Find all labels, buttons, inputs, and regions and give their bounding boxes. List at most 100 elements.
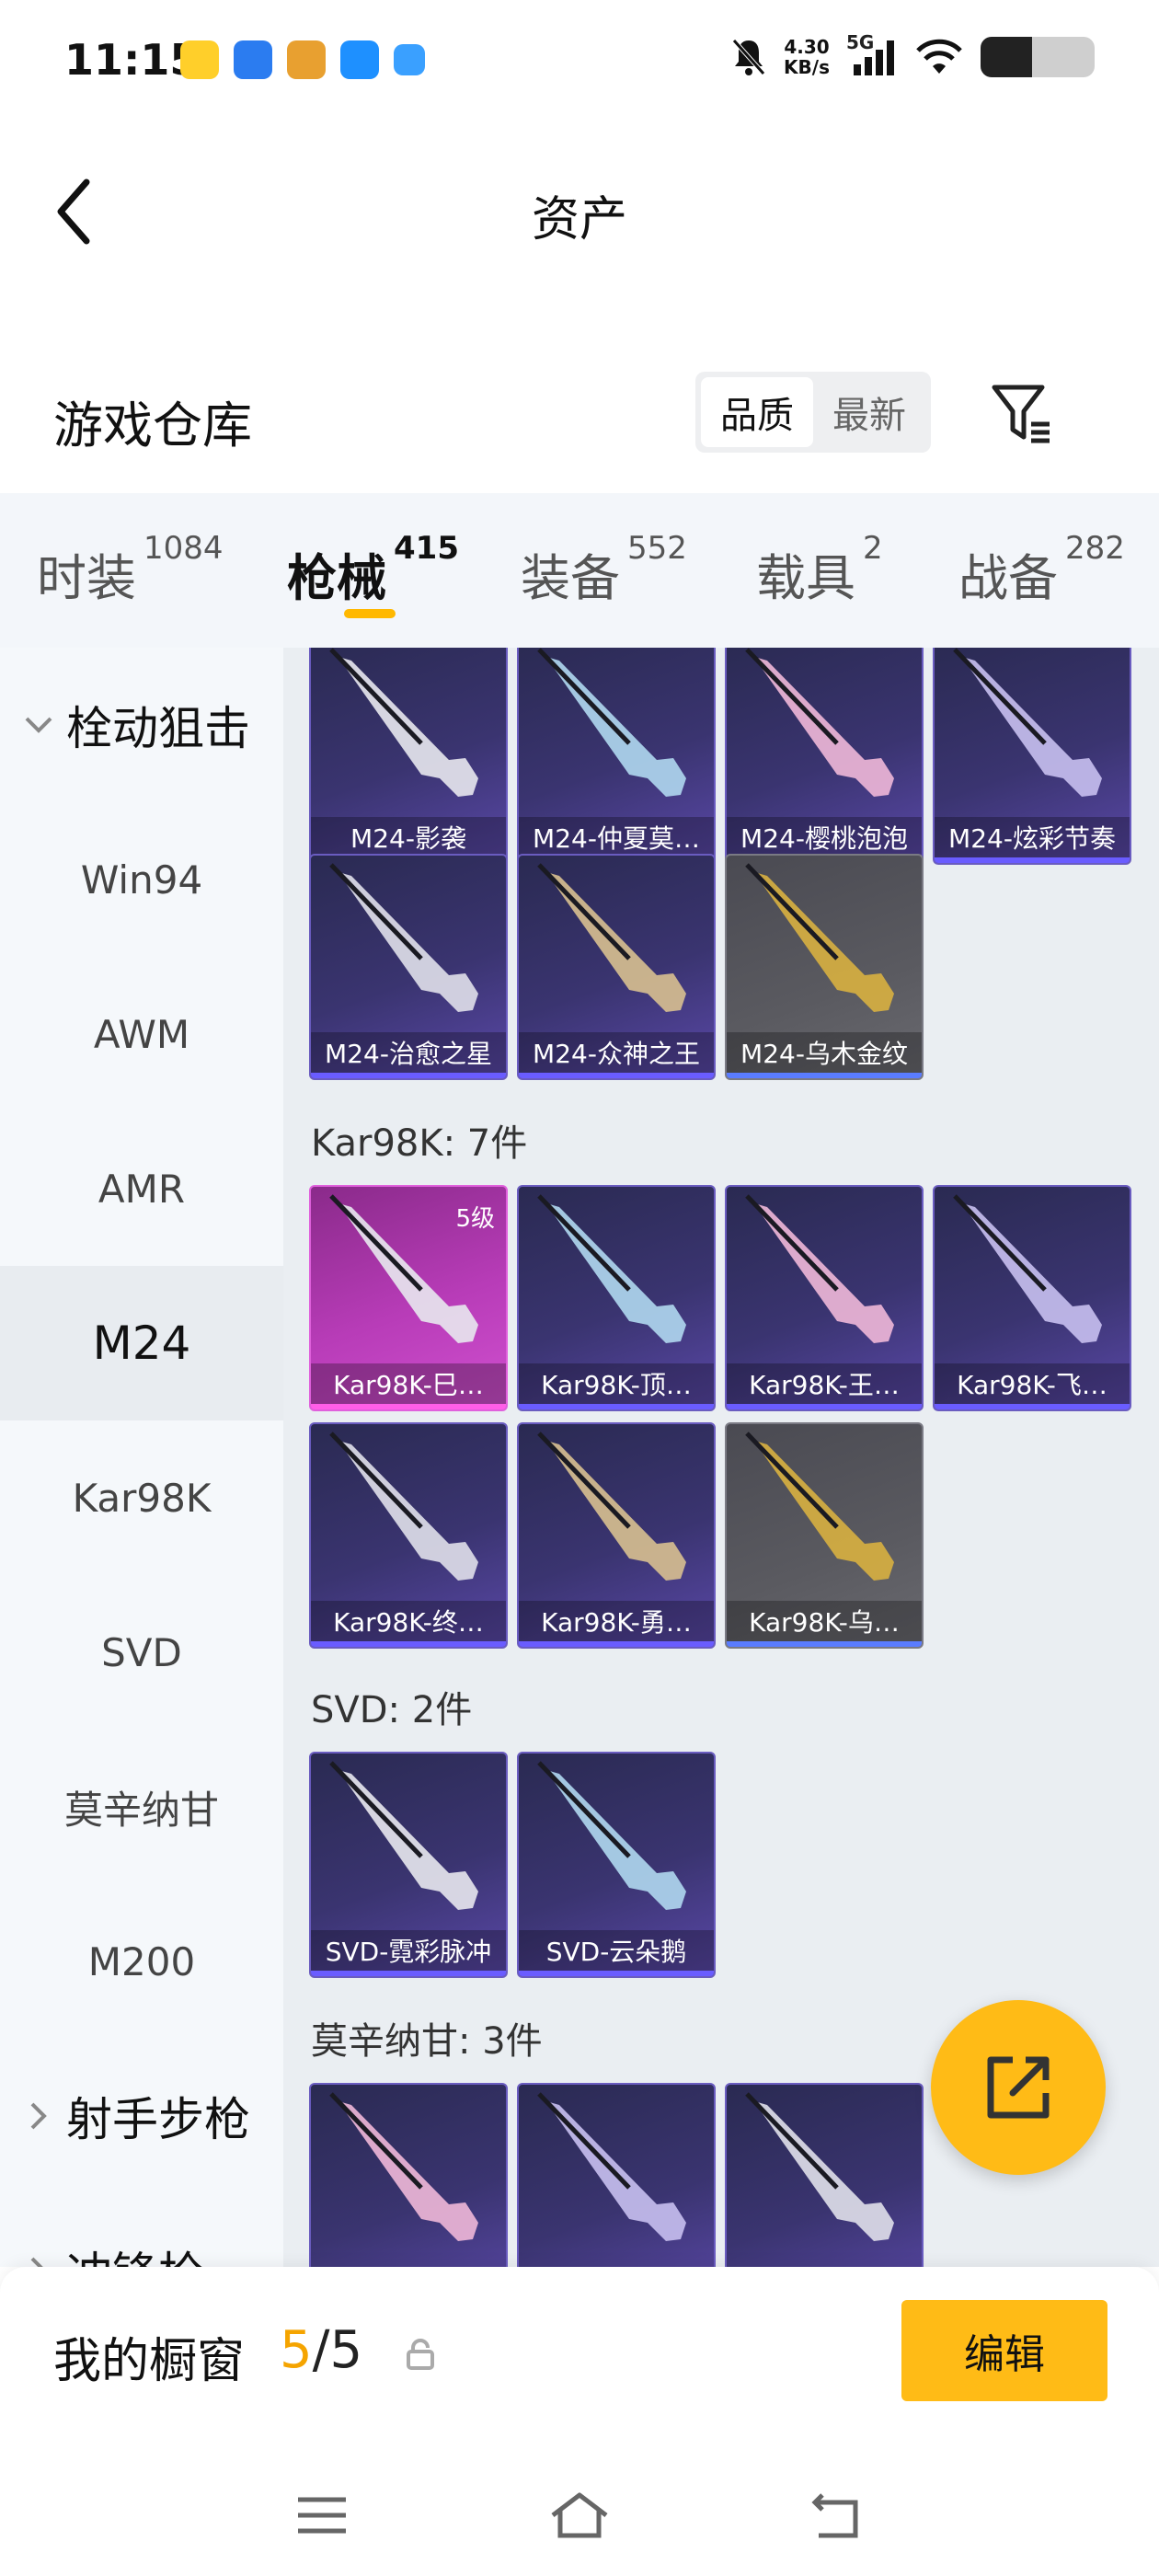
app-notification-icon-3 — [287, 40, 326, 79]
tab-vehicles[interactable]: 载具2 — [756, 530, 883, 610]
skin-card[interactable]: M24-炫彩节奏 — [933, 648, 1131, 865]
weapon-type-sidebar: 栓动狙击 Win94 AWM AMR M24 Kar98K SVD 莫辛纳甘 M… — [0, 648, 283, 2267]
sort-option-newest[interactable]: 最新 — [813, 377, 925, 447]
skin-card[interactable]: M24-乌木金纹 — [725, 854, 924, 1080]
sidebar-item-svd[interactable]: SVD — [0, 1575, 283, 1730]
sidebar-item-m24[interactable]: M24 — [0, 1266, 283, 1420]
sidebar-group-smg[interactable]: 冲锋枪 — [0, 2193, 283, 2267]
skin-card[interactable]: M24-影袭 — [309, 648, 508, 865]
rifle-icon — [311, 856, 506, 1036]
rifle-shape — [329, 2092, 478, 2241]
share-export-icon — [987, 2056, 1050, 2119]
skin-card[interactable]: M24-众神之王 — [517, 854, 716, 1080]
status-bar: 11:15 4.30 KB/s 5G — [0, 0, 1159, 120]
skin-card[interactable]: 5级 Kar98K-巳… — [309, 1185, 508, 1411]
rifle-icon — [311, 648, 506, 821]
skin-card[interactable] — [309, 2083, 508, 2267]
rifle-icon — [519, 1187, 714, 1367]
quality-stripe — [935, 857, 1130, 863]
rifle-barrel — [329, 2092, 423, 2190]
rifle-barrel — [537, 1761, 631, 1858]
sidebar-item-win94[interactable]: Win94 — [0, 802, 283, 957]
showcase-count-current: 5 — [280, 2320, 313, 2380]
share-fab[interactable] — [931, 2000, 1106, 2175]
sidebar-group-label: 射手步枪 — [66, 2093, 250, 2146]
rifle-barrel — [329, 1194, 423, 1292]
tab-fashion[interactable]: 时装1084 — [37, 530, 224, 610]
tab-supplies[interactable]: 战备282 — [958, 530, 1125, 610]
tab-weapons[interactable]: 枪械415 — [287, 530, 459, 610]
rifle-shape — [537, 2092, 686, 2241]
skin-card[interactable]: M24-治愈之星 — [309, 854, 508, 1080]
rifle-shape — [953, 1194, 1102, 1343]
tab-count: 2 — [863, 530, 883, 567]
sidebar-item-amr[interactable]: AMR — [0, 1111, 283, 1266]
tab-count: 1084 — [143, 530, 224, 567]
rifle-barrel — [537, 1194, 631, 1292]
nav-menu-button[interactable] — [285, 2478, 359, 2552]
rifle-barrel — [537, 863, 631, 960]
filter-button[interactable] — [984, 377, 1058, 451]
rifle-icon — [519, 2085, 714, 2265]
quality-stripe — [519, 1073, 714, 1078]
rifle-icon — [727, 1187, 922, 1367]
skin-card[interactable]: Kar98K-勇… — [517, 1422, 716, 1649]
system-nav-bar — [0, 2451, 1159, 2576]
rifle-icon — [935, 648, 1130, 821]
edit-button[interactable]: 编辑 — [901, 2300, 1107, 2401]
battery-level — [981, 37, 1032, 77]
skin-card[interactable]: Kar98K-乌… — [725, 1422, 924, 1649]
skin-card[interactable]: Kar98K-王… — [725, 1185, 924, 1411]
net-speed-unit: KB/s — [784, 56, 830, 78]
quality-stripe — [727, 1073, 922, 1078]
sidebar-item-awm[interactable]: AWM — [0, 957, 283, 1111]
rifle-barrel — [745, 2092, 839, 2190]
nav-back-button[interactable] — [800, 2478, 874, 2552]
nav-home-button[interactable] — [543, 2478, 616, 2552]
sidebar-group-bolt-action[interactable]: 栓动狙击 — [0, 648, 283, 802]
back-icon — [811, 2493, 858, 2538]
sidebar-item-kar98k[interactable]: Kar98K — [0, 1420, 283, 1575]
skin-card[interactable]: SVD-云朵鹅 — [517, 1752, 716, 1978]
rifle-shape — [537, 648, 686, 797]
rifle-shape — [329, 1432, 478, 1581]
rifle-shape — [329, 648, 478, 797]
rifle-shape — [745, 648, 894, 797]
rifle-icon — [311, 2085, 506, 2265]
skin-card[interactable]: M24-樱桃泡泡 — [725, 648, 924, 865]
tab-equipment[interactable]: 装备552 — [521, 530, 687, 610]
skin-name: SVD-霓彩脉冲 — [311, 1930, 506, 1971]
skin-card[interactable]: Kar98K-飞… — [933, 1185, 1131, 1411]
skin-card[interactable]: M24-仲夏莫… — [517, 648, 716, 865]
sidebar-item-m200[interactable]: M200 — [0, 1884, 283, 2039]
tab-label: 装备 — [521, 549, 620, 607]
active-tab-indicator — [344, 609, 396, 618]
skin-card[interactable] — [725, 2083, 924, 2267]
showcase-bar: 我的橱窗 5/5 编辑 — [0, 2267, 1159, 2451]
skin-name: Kar98K-巳… — [311, 1363, 506, 1404]
sidebar-group-marksman[interactable]: 射手步枪 — [0, 2039, 283, 2193]
skin-name: Kar98K-顶… — [519, 1363, 714, 1404]
quality-stripe — [519, 1641, 714, 1647]
tab-label: 战备 — [958, 549, 1058, 607]
skin-card[interactable] — [517, 2083, 716, 2267]
skin-card[interactable]: SVD-霓彩脉冲 — [309, 1752, 508, 1978]
skin-name: M24-乌木金纹 — [727, 1032, 922, 1073]
showcase-label: 我的橱窗 — [53, 2334, 246, 2389]
lock-icon — [407, 2339, 434, 2370]
rifle-icon — [311, 1754, 506, 1934]
home-icon — [551, 2492, 608, 2538]
rifle-barrel — [745, 1432, 839, 1529]
skin-name: Kar98K-飞… — [935, 1363, 1130, 1404]
rifle-icon — [935, 1187, 1130, 1367]
chevron-right-icon — [20, 2256, 57, 2267]
skin-card[interactable]: Kar98K-终… — [309, 1422, 508, 1649]
rifle-shape — [745, 1194, 894, 1343]
skin-card[interactable]: Kar98K-顶… — [517, 1185, 716, 1411]
rifle-barrel — [329, 648, 423, 745]
sidebar-item-mosin[interactable]: 莫辛纳甘 — [0, 1730, 283, 1884]
chevron-down-icon — [20, 716, 57, 734]
quality-stripe — [311, 1971, 506, 1976]
sort-option-quality[interactable]: 品质 — [701, 377, 813, 447]
rifle-icon — [519, 856, 714, 1036]
